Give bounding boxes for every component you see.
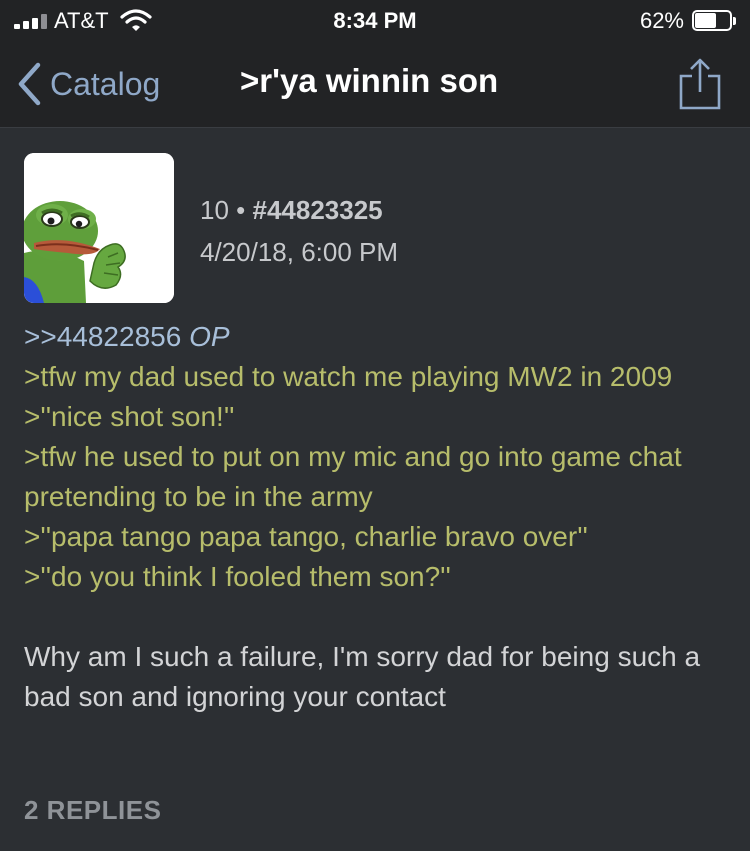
status-bar: AT&T 8:34 PM 62% xyxy=(0,0,750,40)
navigation-bar: Catalog >r'ya winnin son xyxy=(0,40,750,128)
greentext-line: >''nice shot son!'' xyxy=(24,401,235,432)
post-meta: 10 • #44823325 xyxy=(200,195,383,226)
greentext-line: >''papa tango papa tango, charlie bravo … xyxy=(24,521,588,552)
post-body: >>44822856 OP >tfw my dad used to watch … xyxy=(24,317,724,717)
thread-title: >r'ya winnin son xyxy=(240,62,499,99)
back-button[interactable]: Catalog xyxy=(16,60,160,108)
quote-link[interactable]: >>44822856 xyxy=(24,321,181,352)
reply-count: 10 xyxy=(200,195,229,225)
pepe-frog-image xyxy=(24,153,174,303)
back-button-label: Catalog xyxy=(50,65,161,102)
op-tag: OP xyxy=(189,321,230,352)
thread-post: 10 • #44823325 4/20/18, 6:00 PM >>448228… xyxy=(0,129,750,851)
post-date: 4/20/18, 6:00 PM xyxy=(200,237,399,267)
chevron-left-icon xyxy=(18,62,41,106)
battery-icon xyxy=(692,10,736,32)
replies-button[interactable]: 2 REPLIES xyxy=(24,795,161,826)
greentext-line: >tfw my dad used to watch me playing MW2… xyxy=(24,361,673,392)
battery-percent: 62% xyxy=(639,8,684,33)
post-number[interactable]: #44823325 xyxy=(253,195,383,225)
greentext-line: >''do you think I fooled them son?'' xyxy=(24,561,451,592)
share-icon[interactable] xyxy=(676,56,724,112)
app-screen: AT&T 8:34 PM 62% Catalog >r'ya winnin so… xyxy=(0,0,750,851)
greentext-line: >tfw he used to put on my mic and go int… xyxy=(24,441,682,512)
top-chrome: AT&T 8:34 PM 62% Catalog >r'ya winnin so… xyxy=(0,0,750,128)
meta-separator: • xyxy=(236,195,246,225)
post-thumbnail[interactable] xyxy=(24,153,174,303)
post-text: Why am I such a failure, I'm sorry dad f… xyxy=(24,641,701,712)
quote-line: >>44822856 OP xyxy=(24,321,230,352)
status-time: 8:34 PM xyxy=(333,8,417,33)
